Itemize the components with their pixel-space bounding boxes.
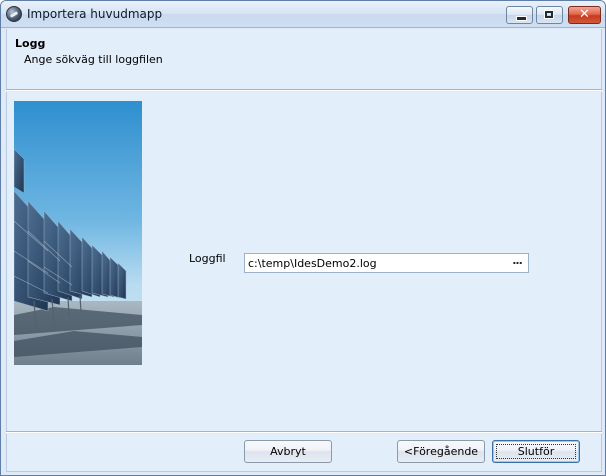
page-title: Logg: [15, 37, 46, 50]
minimize-icon: [516, 16, 527, 21]
cancel-button[interactable]: Avbryt: [244, 440, 332, 463]
previous-button[interactable]: <Föregående: [397, 440, 485, 463]
globe-icon: [6, 6, 22, 22]
close-button[interactable]: ✕: [568, 6, 601, 24]
header-divider: [6, 89, 602, 91]
title-bar[interactable]: Importera huvudmapp ✕: [1, 1, 605, 28]
wizard-content: Loggfil ...: [6, 92, 602, 431]
import-wizard-window: Importera huvudmapp ✕ Logg Ange sökväg t…: [0, 0, 606, 476]
log-file-label: Loggfil: [189, 252, 226, 265]
window-title: Importera huvudmapp: [27, 7, 163, 21]
focus-rectangle: [496, 444, 576, 459]
log-path-input[interactable]: [245, 254, 507, 272]
wizard-header: Logg Ange sökväg till loggfilen: [6, 29, 602, 89]
maximize-button[interactable]: [536, 6, 563, 24]
wizard-footer: Avbryt <Föregående Slutför: [6, 434, 602, 472]
close-icon: ✕: [579, 7, 590, 22]
minimize-button[interactable]: [506, 6, 533, 24]
page-subtitle: Ange sökväg till loggfilen: [24, 53, 163, 66]
log-path-field[interactable]: ...: [244, 253, 529, 273]
solar-panels-image: [14, 101, 142, 365]
footer-divider: [6, 431, 602, 433]
maximize-icon: [544, 10, 554, 19]
ellipsis-icon[interactable]: ...: [509, 255, 525, 270]
finish-button[interactable]: Slutför: [492, 440, 580, 463]
